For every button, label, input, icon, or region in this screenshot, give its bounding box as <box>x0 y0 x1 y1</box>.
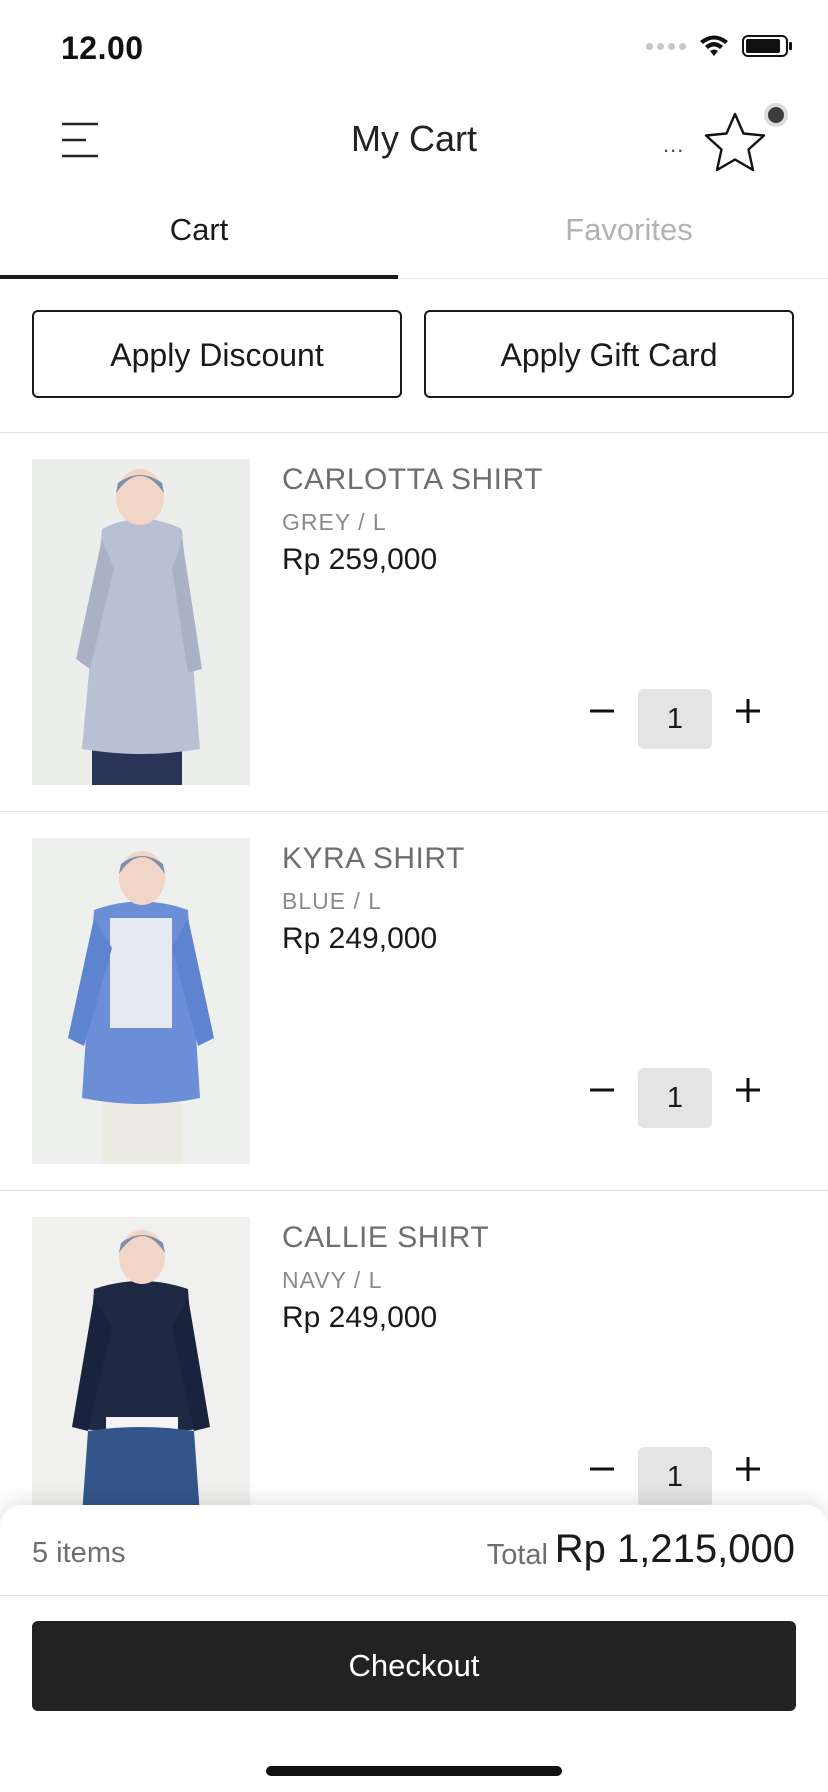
checkout-button[interactable]: Checkout <box>32 1621 796 1711</box>
plus-icon[interactable] <box>728 1070 768 1110</box>
header: My Cart ... <box>0 90 828 190</box>
quantity-field[interactable]: 1 <box>638 689 712 749</box>
status-bar: 12.00 <box>0 0 828 90</box>
minus-icon[interactable] <box>582 691 622 731</box>
product-photo-blue-shirt <box>32 838 250 1164</box>
cart-summary: 5 items Total Rp 1,215,000 Checkout <box>0 1505 828 1792</box>
product-price: Rp 249,000 <box>282 1301 438 1334</box>
home-indicator[interactable] <box>266 1766 562 1776</box>
product-image[interactable] <box>32 1217 250 1543</box>
signal-icon <box>646 42 686 50</box>
tab-active-indicator <box>0 275 398 279</box>
product-image[interactable] <box>32 838 250 1164</box>
product-image[interactable] <box>32 459 250 785</box>
product-name[interactable]: KYRA SHIRT <box>282 842 465 876</box>
apply-discount-button[interactable]: Apply Discount <box>32 310 402 398</box>
tab-cart[interactable]: Cart <box>0 190 398 278</box>
total-value: Rp 1,215,000 <box>554 1527 795 1571</box>
product-price: Rp 259,000 <box>282 543 438 576</box>
tab-favorites[interactable]: Favorites <box>430 190 828 278</box>
plus-icon[interactable] <box>728 1449 768 1489</box>
battery-icon <box>742 35 792 57</box>
product-photo-navy-shirt <box>32 1217 250 1543</box>
quantity-field[interactable]: 1 <box>638 1447 712 1507</box>
apply-gift-card-button[interactable]: Apply Gift Card <box>424 310 794 398</box>
tab-bar: Cart Favorites <box>0 190 828 279</box>
product-name[interactable]: CARLOTTA SHIRT <box>282 463 543 497</box>
plus-icon[interactable] <box>728 691 768 731</box>
minus-icon[interactable] <box>582 1070 622 1110</box>
product-variant: GREY / L <box>282 509 387 535</box>
product-variant: NAVY / L <box>282 1267 383 1293</box>
product-name[interactable]: CALLIE SHIRT <box>282 1221 489 1255</box>
status-icons <box>646 34 794 58</box>
product-price: Rp 249,000 <box>282 922 438 955</box>
total-label: Total <box>486 1539 548 1571</box>
quantity-field[interactable]: 1 <box>638 1068 712 1128</box>
status-time: 12.00 <box>61 30 144 66</box>
star-icon <box>704 112 766 172</box>
product-photo-grey-shirt <box>32 459 250 785</box>
items-count: 5 items <box>32 1537 126 1569</box>
favorites-star-button[interactable] <box>702 100 788 186</box>
minus-icon[interactable] <box>582 1449 622 1489</box>
product-variant: BLUE / L <box>282 888 383 914</box>
cart-item: KYRA SHIRT BLUE / L Rp 249,000 1 <box>0 812 828 1190</box>
cart-item: CARLOTTA SHIRT GREY / L Rp 259,000 1 <box>0 433 828 811</box>
more-icon[interactable]: ... <box>663 132 684 158</box>
summary-row: 5 items Total Rp 1,215,000 <box>0 1505 828 1596</box>
wifi-icon <box>700 35 728 56</box>
notification-dot <box>764 103 788 127</box>
